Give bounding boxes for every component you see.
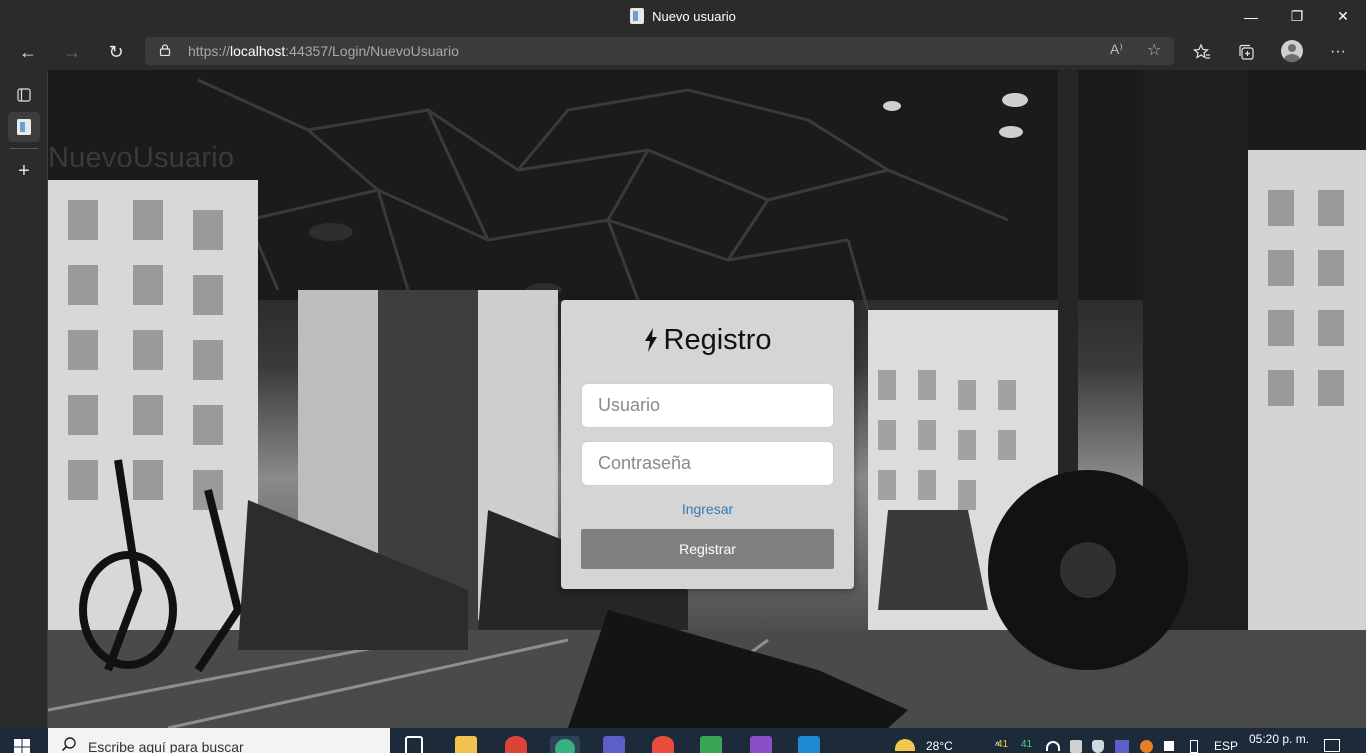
url-path: :44357/Login/NuevoUsuario — [285, 43, 459, 59]
search-icon — [62, 737, 76, 751]
page-title: NuevoUsuario — [48, 142, 235, 174]
tray-badge-yellow: 41 — [997, 739, 1009, 750]
teams-tray-icon[interactable] — [1115, 740, 1129, 753]
visual-studio-icon[interactable] — [750, 736, 772, 753]
restore-button[interactable]: ❐ — [1274, 0, 1320, 33]
add-favorite-icon[interactable]: ☆ — [1147, 40, 1161, 60]
minimize-button[interactable]: — — [1228, 0, 1274, 33]
collections-button[interactable] — [1230, 36, 1262, 68]
battery-icon[interactable] — [1190, 740, 1198, 753]
register-card: Registro Ingresar Registrar — [561, 300, 854, 589]
wifi-icon[interactable] — [1046, 741, 1060, 751]
lock-icon — [159, 44, 171, 56]
password-input[interactable] — [581, 441, 834, 486]
page-viewport: NuevoUsuario Registro Ingresar Registrar — [48, 70, 1366, 728]
url-text[interactable]: https://localhost:44357/Login/NuevoUsuar… — [188, 43, 459, 59]
page-tab-icon — [17, 119, 31, 135]
favorites-icon — [1193, 43, 1210, 59]
settings-menu-button[interactable]: ··· — [1322, 36, 1354, 68]
close-window-button[interactable]: ✕ — [1320, 0, 1366, 33]
language-indicator[interactable]: ESP — [1214, 739, 1238, 753]
url-host: localhost — [230, 43, 286, 59]
back-button[interactable]: ← — [12, 36, 44, 68]
page-favicon-icon — [630, 8, 645, 24]
bolt-icon — [644, 328, 657, 352]
app-icon[interactable] — [700, 736, 722, 753]
taskbar-search-box[interactable]: Escribe aquí para buscar — [48, 728, 390, 753]
notifications-icon[interactable] — [1324, 739, 1340, 752]
tray-app-icon[interactable] — [1070, 740, 1082, 753]
chrome-icon[interactable] — [505, 736, 527, 753]
collections-icon — [1239, 44, 1254, 60]
favorites-button[interactable] — [1186, 36, 1218, 68]
vertical-tab-nuevo-usuario[interactable] — [8, 112, 40, 142]
address-bar[interactable]: https://localhost:44357/Login/NuevoUsuar… — [145, 37, 1174, 65]
window-title: Nuevo usuario — [0, 8, 1366, 24]
weather-temperature[interactable]: 28°C — [926, 739, 953, 753]
teams-icon[interactable] — [603, 736, 625, 753]
login-link[interactable]: Ingresar — [561, 501, 854, 517]
search-placeholder: Escribe aquí para buscar — [88, 739, 244, 753]
windows-start-icon[interactable] — [14, 739, 30, 753]
sidebar-divider — [10, 148, 38, 149]
tray-orange-icon[interactable] — [1140, 740, 1153, 753]
clock-time[interactable]: 05:20 p. m. — [1249, 732, 1309, 746]
username-input[interactable] — [581, 383, 834, 428]
tray-badge-green: 41 — [1021, 739, 1033, 750]
task-view-icon[interactable] — [405, 736, 423, 753]
refresh-button[interactable]: ↻ — [100, 36, 132, 68]
register-heading: Registro — [561, 324, 854, 357]
profile-avatar[interactable] — [1281, 40, 1303, 62]
windows-taskbar: Escribe aquí para buscar 28°C ^ 41 41 ES… — [0, 728, 1366, 753]
volume-icon[interactable] — [1164, 741, 1174, 751]
weather-icon[interactable] — [895, 739, 915, 751]
register-title: Registro — [663, 324, 772, 356]
tab-actions-button[interactable] — [8, 80, 40, 110]
file-explorer-icon[interactable] — [455, 736, 477, 753]
new-tab-button[interactable]: + — [8, 156, 40, 186]
url-scheme: https:// — [188, 43, 231, 59]
edge-icon — [555, 739, 575, 753]
defender-icon[interactable] — [1092, 740, 1104, 753]
window-title-text: Nuevo usuario — [652, 9, 736, 24]
edge-taskbar-button[interactable] — [550, 736, 580, 753]
forward-button[interactable]: → — [56, 36, 88, 68]
register-button[interactable]: Registrar — [581, 529, 834, 569]
browser-toolbar: ← → ↻ https://localhost:44357/Login/Nuev… — [0, 33, 1366, 70]
read-aloud-icon[interactable]: A⁾ — [1110, 41, 1123, 58]
vertical-tabs-panel: + — [0, 70, 48, 728]
tab-actions-icon — [17, 88, 31, 102]
chrome-canary-icon[interactable] — [652, 736, 674, 753]
window-titlebar: Nuevo usuario — ❐ ✕ — [0, 0, 1366, 33]
vscode-icon[interactable] — [798, 736, 820, 753]
